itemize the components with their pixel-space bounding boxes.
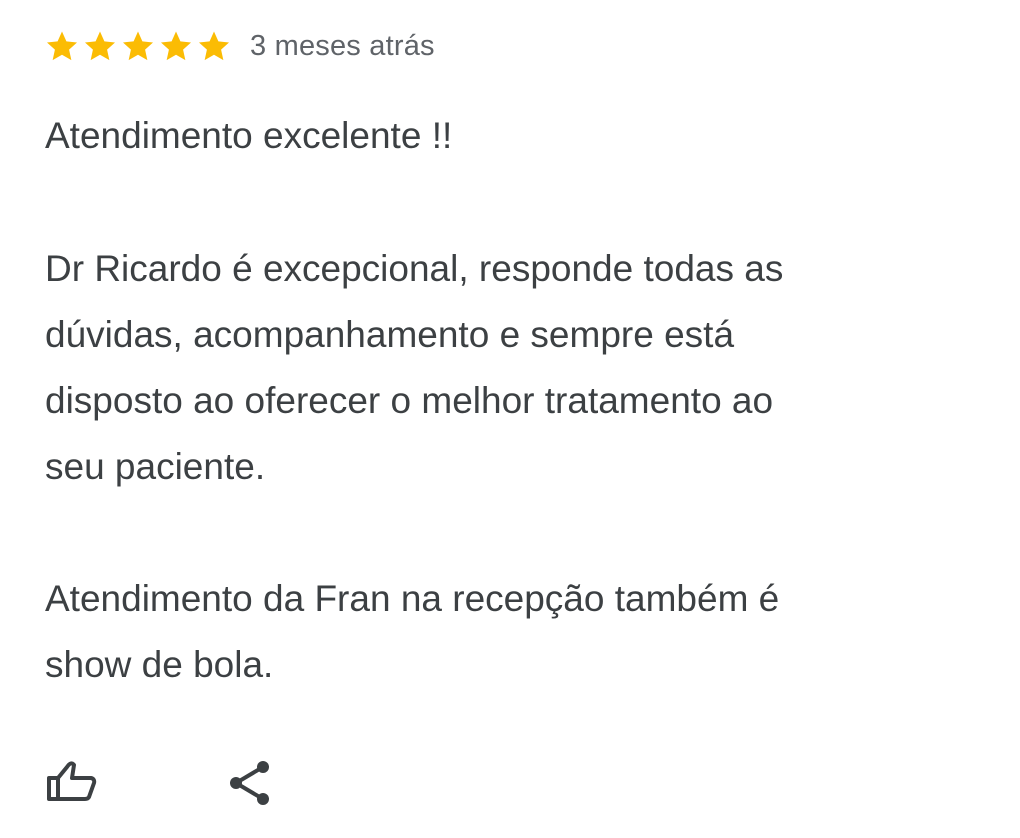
review-paragraph-1: Atendimento excelente !!	[45, 103, 985, 169]
share-button[interactable]	[221, 755, 277, 811]
review-actions	[45, 755, 345, 811]
star-icon	[122, 31, 154, 61]
review-paragraph-3: Atendimento da Fran na recepção também é…	[45, 566, 985, 698]
star-icon	[160, 31, 192, 61]
review-text-line: Atendimento da Fran na recepção também é	[45, 578, 780, 619]
review-text-line: show de bola.	[45, 644, 274, 685]
thumbs-up-icon	[47, 761, 97, 801]
star-icon	[84, 31, 116, 61]
rating-row: 3 meses atrás	[45, 26, 435, 66]
share-icon	[230, 761, 269, 805]
review-text-line: Atendimento excelente !!	[45, 115, 453, 156]
like-button[interactable]	[45, 755, 101, 811]
review-text-line: dúvidas, acompanhamento e sempre está	[45, 314, 735, 355]
review-paragraph-2: Dr Ricardo é excepcional, responde todas…	[45, 236, 985, 500]
star-rating	[45, 29, 231, 63]
star-icon	[46, 31, 78, 61]
review-text-line: Dr Ricardo é excepcional, responde todas…	[45, 248, 784, 289]
review-text-line: disposto ao oferecer o melhor tratamento…	[45, 380, 774, 421]
review-text-line: seu paciente.	[45, 446, 266, 487]
review-time: 3 meses atrás	[250, 29, 435, 62]
star-icon	[198, 31, 230, 61]
